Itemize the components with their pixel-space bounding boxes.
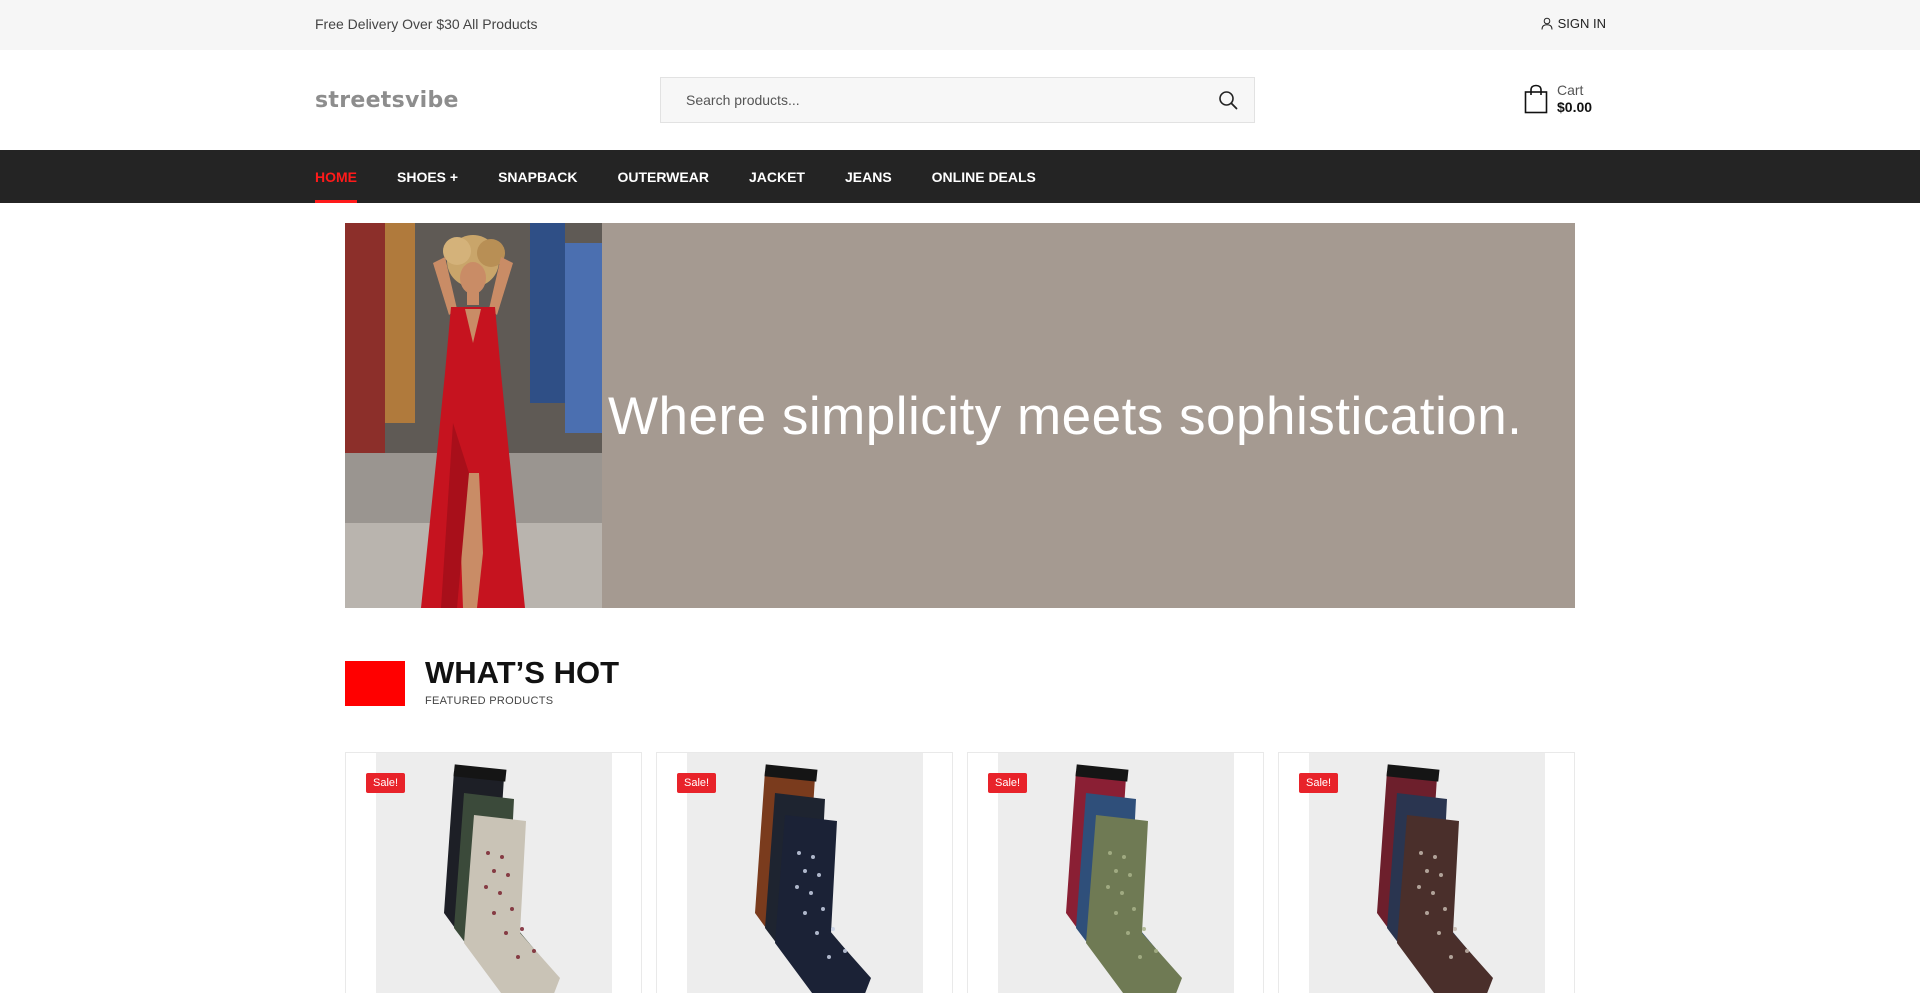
section-accent-block (345, 661, 405, 706)
hero-model-photo (345, 223, 602, 608)
product-card[interactable]: Sale! (967, 752, 1264, 993)
nav-item-shoes[interactable]: SHOES + (397, 150, 458, 203)
nav-item-snapback[interactable]: SNAPBACK (498, 150, 577, 203)
cart-button[interactable]: Cart $0.00 (1524, 82, 1592, 116)
product-grid: Sale! Sale! Sale! Sale! (345, 752, 1575, 993)
nav-item-jeans[interactable]: JEANS (845, 150, 892, 203)
product-image (687, 753, 923, 993)
nav-item-online-deals[interactable]: ONLINE DEALS (932, 150, 1036, 203)
nav-item-outerwear[interactable]: OUTERWEAR (617, 150, 709, 203)
section-subtitle: FEATURED PRODUCTS (425, 695, 554, 707)
product-image (1309, 753, 1545, 993)
sale-badge: Sale! (366, 773, 406, 793)
cart-label: Cart (1557, 82, 1584, 98)
free-delivery-promo: Free Delivery Over $30 All Products (315, 16, 538, 32)
site-logo[interactable]: streetsvibe (315, 88, 459, 113)
search-icon (1219, 91, 1238, 110)
main-nav-list: HOME SHOES + SNAPBACK OUTERWEAR JACKET JEANS O… (315, 150, 1036, 203)
nav-item-home[interactable]: HOME (315, 150, 357, 203)
hero-banner[interactable]: Where simplicity meets sophistication. (345, 223, 1575, 608)
section-title: WHAT’S HOT (425, 655, 620, 690)
sign-in-label: SIGN IN (1557, 16, 1606, 31)
product-card[interactable]: Sale! (345, 752, 642, 993)
cart-total: $0.00 (1557, 99, 1593, 115)
product-image (998, 753, 1234, 993)
shopping-bag-icon (1524, 84, 1548, 114)
search-input[interactable] (661, 78, 1202, 122)
site-header: streetsvibe Cart $0.00 (0, 50, 1920, 150)
top-bar: Free Delivery Over $30 All Products SIGN… (0, 0, 1920, 50)
sign-in-link[interactable]: SIGN IN (1541, 16, 1606, 31)
search-button[interactable] (1202, 78, 1254, 122)
product-image (376, 753, 612, 993)
main-nav: HOME SHOES + SNAPBACK OUTERWEAR JACKET JEANS O… (0, 150, 1920, 203)
sale-badge: Sale! (677, 773, 717, 793)
user-icon (1541, 17, 1553, 30)
product-card[interactable]: Sale! (1278, 752, 1575, 993)
cart-summary: Cart $0.00 (1557, 82, 1592, 116)
nav-item-jacket[interactable]: JACKET (749, 150, 805, 203)
sale-badge: Sale! (988, 773, 1028, 793)
sale-badge: Sale! (1299, 773, 1339, 793)
hero-headline: Where simplicity meets sophistication. (608, 387, 1523, 446)
product-card[interactable]: Sale! (656, 752, 953, 993)
search-bar (660, 77, 1255, 123)
